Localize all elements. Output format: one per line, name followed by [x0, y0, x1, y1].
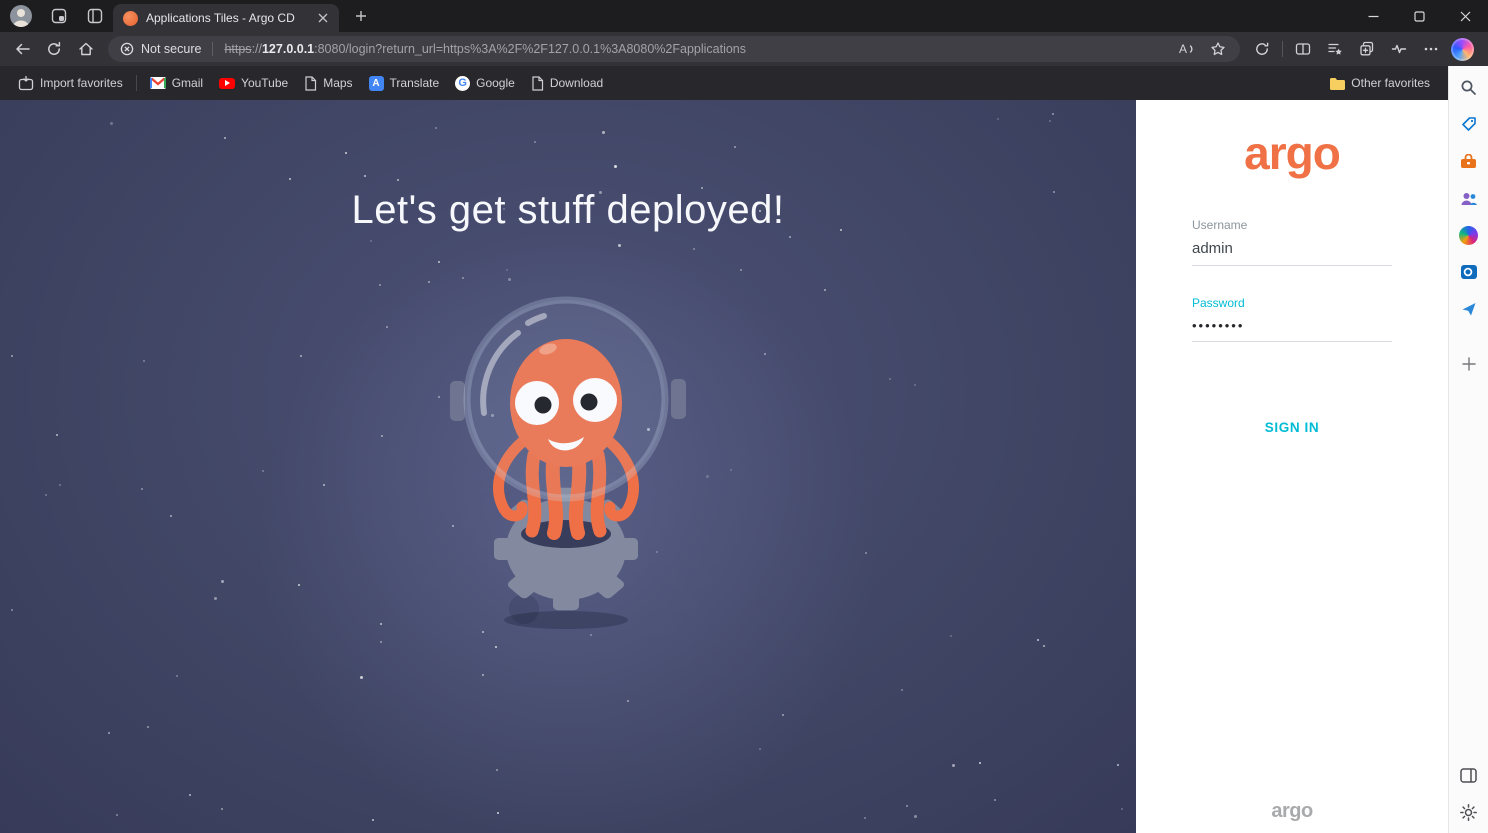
page-headline: Let's get stuff deployed!	[351, 188, 785, 232]
toolbar-divider	[1282, 41, 1283, 57]
page-content: Let's get stuff deployed! argo Username …	[0, 100, 1448, 833]
import-favorites-icon	[18, 75, 34, 90]
sidebar-toolbox-icon[interactable]	[1458, 150, 1480, 172]
person-icon	[13, 9, 29, 27]
folder-icon	[1330, 77, 1346, 90]
back-icon[interactable]	[6, 35, 38, 63]
favorite-translate[interactable]: A Translate	[361, 72, 448, 95]
read-aloud-icon[interactable]: A	[1170, 35, 1202, 63]
username-field[interactable]: Username admin	[1192, 218, 1392, 266]
argo-favicon	[123, 10, 138, 26]
favorite-maps[interactable]: Maps	[296, 72, 360, 95]
google-icon: G	[455, 75, 471, 91]
username-label: Username	[1192, 218, 1248, 232]
address-divider	[212, 42, 214, 56]
sidebar-people-icon[interactable]	[1458, 187, 1480, 209]
security-label: Not secure	[141, 42, 202, 56]
favorite-google[interactable]: G Google	[447, 72, 523, 95]
password-label: Password	[1192, 296, 1245, 310]
tab-close-icon[interactable]	[313, 8, 333, 28]
other-favorites-label: Other favorites	[1351, 76, 1430, 90]
refresh-icon[interactable]	[38, 35, 70, 63]
settings-menu-icon[interactable]	[1415, 35, 1447, 63]
url-host: 127.0.0.1	[261, 42, 315, 56]
tab-title: Applications Tiles - Argo CD	[146, 11, 295, 25]
sidebar-toggle-icon[interactable]	[1458, 764, 1480, 786]
gmail-icon	[149, 77, 166, 89]
favorite-gmail[interactable]: Gmail	[142, 72, 211, 94]
svg-text:A: A	[1179, 42, 1187, 56]
import-favorites-button[interactable]: Import favorites	[10, 72, 131, 95]
password-field[interactable]: Password ••••••••	[1192, 296, 1392, 342]
login-panel: argo Username admin Password •••••••• SI…	[1136, 100, 1448, 833]
minimize-button[interactable]	[1350, 0, 1396, 32]
favorite-label: YouTube	[241, 76, 289, 90]
page-icon	[305, 75, 317, 91]
url-scheme: https	[224, 42, 252, 56]
sync-icon[interactable]	[1246, 35, 1278, 63]
new-tab-button[interactable]	[347, 2, 375, 30]
sidebar-designer-icon[interactable]	[1458, 224, 1480, 246]
url-separator: ://	[251, 42, 262, 56]
import-favorites-label: Import favorites	[40, 76, 123, 90]
sidebar-search-icon[interactable]	[1458, 76, 1480, 98]
not-secure-icon	[120, 42, 134, 56]
copilot-icon[interactable]	[1451, 37, 1474, 61]
password-input[interactable]: ••••••••	[1192, 318, 1392, 342]
vertical-tabs-icon[interactable]	[77, 0, 113, 32]
maximize-button[interactable]	[1396, 0, 1442, 32]
octopus-mascot	[450, 296, 686, 629]
url-text: https://127.0.0.1:8080/login?return_url=…	[224, 42, 1170, 56]
favorite-star-icon[interactable]	[1202, 35, 1234, 63]
favorite-label: Maps	[323, 76, 353, 90]
favorites-list-icon[interactable]	[1319, 35, 1351, 63]
favorite-label: Google	[476, 76, 515, 90]
favorite-label: Gmail	[171, 76, 204, 90]
other-favorites-button[interactable]: Other favorites	[1321, 72, 1438, 94]
favorite-youtube[interactable]: YouTube	[211, 72, 296, 94]
translate-icon: A	[368, 75, 384, 91]
browser-essentials-icon[interactable]	[1383, 35, 1415, 63]
browser-navbar: Not secure https://127.0.0.1:8080/login?…	[0, 32, 1488, 66]
split-screen-icon[interactable]	[1287, 35, 1319, 63]
home-icon[interactable]	[70, 35, 102, 63]
profile-avatar[interactable]	[10, 5, 32, 27]
sidebar-outlook-icon[interactable]	[1458, 261, 1480, 283]
youtube-icon	[219, 77, 236, 89]
favorites-bar: Import favorites Gmail YouTube Maps A Tr…	[0, 66, 1448, 100]
browser-titlebar: Applications Tiles - Argo CD	[0, 0, 1488, 32]
argo-logo: argo	[1244, 127, 1341, 179]
workspaces-icon[interactable]	[41, 0, 77, 32]
page-icon	[532, 75, 543, 91]
favorite-label: Download	[549, 76, 604, 90]
favorite-download[interactable]: Download	[523, 72, 611, 95]
sidebar-add-icon[interactable]	[1458, 353, 1480, 375]
argo-footer-logo: argo	[1271, 800, 1313, 822]
sidebar-shopping-tag-icon[interactable]	[1458, 113, 1480, 135]
address-bar[interactable]: Not secure https://127.0.0.1:8080/login?…	[108, 36, 1240, 62]
collections-icon[interactable]	[1351, 35, 1383, 63]
sign-in-button[interactable]: SIGN IN	[1265, 420, 1319, 435]
space-area: Let's get stuff deployed!	[0, 100, 1136, 833]
username-input[interactable]: admin	[1192, 240, 1392, 266]
favorites-separator	[135, 75, 137, 91]
sidebar-drop-icon[interactable]	[1458, 298, 1480, 320]
close-window-button[interactable]	[1442, 0, 1488, 32]
sidebar-settings-gear-icon[interactable]	[1458, 801, 1480, 823]
favorite-label: Translate	[389, 76, 440, 90]
browser-tab[interactable]: Applications Tiles - Argo CD	[113, 4, 339, 32]
security-status[interactable]: Not secure	[120, 42, 201, 56]
edge-sidebar-rail	[1448, 66, 1488, 833]
url-rest: :8080/login?return_url=https%3A%2F%2F127…	[314, 42, 747, 56]
